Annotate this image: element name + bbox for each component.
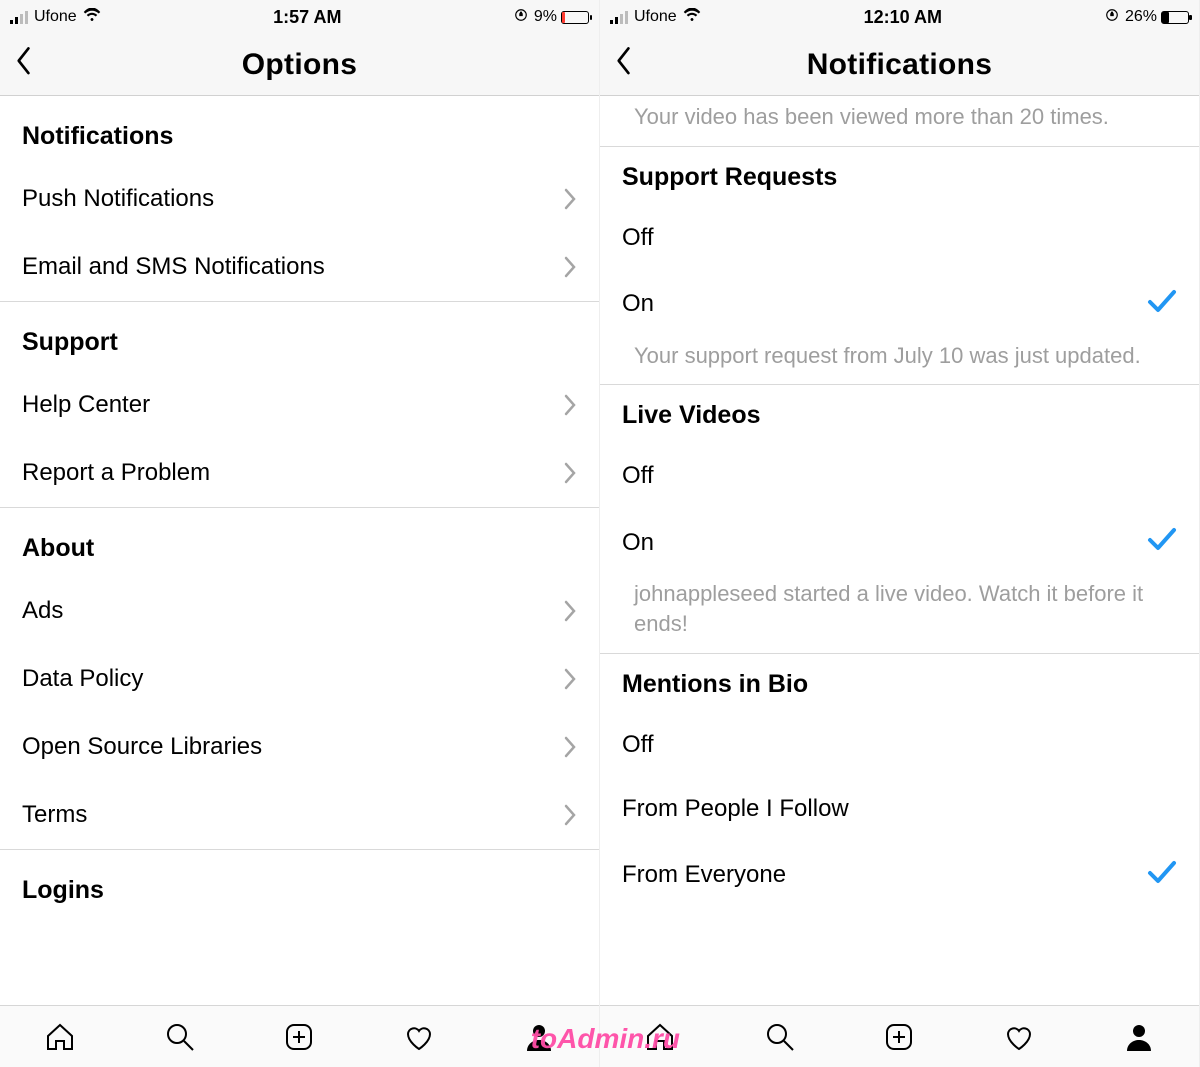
rotation-lock-icon xyxy=(1105,7,1119,27)
clock: 12:10 AM xyxy=(864,7,942,28)
row-help-center[interactable]: Help Center xyxy=(0,371,599,439)
right-phone: Ufone 12:10 AM 26% Notifications Your vi… xyxy=(600,0,1200,1067)
row-open-source[interactable]: Open Source Libraries xyxy=(0,713,599,781)
nav-header: Options xyxy=(0,34,599,96)
section-mentions: Mentions in Bio xyxy=(600,654,1199,713)
option-mentions-off[interactable]: Off xyxy=(600,713,1199,777)
tab-bar xyxy=(600,1005,1199,1067)
chevron-right-icon xyxy=(563,600,577,622)
status-bar: Ufone 12:10 AM 26% xyxy=(600,0,1199,34)
checkmark-icon xyxy=(1147,526,1177,559)
tab-new-post[interactable] xyxy=(281,1019,317,1055)
back-button[interactable] xyxy=(614,45,634,80)
tab-profile[interactable] xyxy=(1121,1019,1157,1055)
tab-activity[interactable] xyxy=(401,1019,437,1055)
battery-indicator: 9% xyxy=(534,8,589,26)
row-label: Open Source Libraries xyxy=(22,733,262,761)
page-title: Options xyxy=(242,48,357,82)
chevron-right-icon xyxy=(563,188,577,210)
option-live-on[interactable]: On xyxy=(600,508,1199,577)
chevron-right-icon xyxy=(563,668,577,690)
options-content[interactable]: Notifications Push Notifications Email a… xyxy=(0,96,599,1005)
left-phone: Ufone 1:57 AM 9% Options Notifications P… xyxy=(0,0,600,1067)
row-label: Help Center xyxy=(22,391,150,419)
tab-search[interactable] xyxy=(762,1019,798,1055)
section-support-requests: Support Requests xyxy=(600,147,1199,206)
option-label: On xyxy=(622,290,654,318)
support-note: Your support request from July 10 was ju… xyxy=(600,339,1199,385)
wifi-icon xyxy=(683,7,701,27)
row-label: Report a Problem xyxy=(22,459,210,487)
lead-note: Your video has been viewed more than 20 … xyxy=(600,96,1199,146)
option-support-off[interactable]: Off xyxy=(600,206,1199,270)
row-report-problem[interactable]: Report a Problem xyxy=(0,439,599,507)
row-label: Data Policy xyxy=(22,665,143,693)
tab-home[interactable] xyxy=(42,1019,78,1055)
section-about: About xyxy=(0,508,599,577)
page-title: Notifications xyxy=(807,48,993,82)
chevron-right-icon xyxy=(563,394,577,416)
status-bar: Ufone 1:57 AM 9% xyxy=(0,0,599,34)
row-label: Terms xyxy=(22,801,87,829)
live-note: johnappleseed started a live video. Watc… xyxy=(600,577,1199,652)
option-label: Off xyxy=(622,462,654,490)
tab-profile[interactable] xyxy=(521,1019,557,1055)
back-button[interactable] xyxy=(14,45,34,80)
option-label: From People I Follow xyxy=(622,795,849,823)
wifi-icon xyxy=(83,7,101,27)
row-terms[interactable]: Terms xyxy=(0,781,599,849)
row-email-sms-notifications[interactable]: Email and SMS Notifications xyxy=(0,233,599,301)
battery-indicator: 26% xyxy=(1125,8,1189,26)
carrier-label: Ufone xyxy=(34,8,77,26)
option-label: On xyxy=(622,529,654,557)
row-ads[interactable]: Ads xyxy=(0,577,599,645)
option-mentions-follow[interactable]: From People I Follow xyxy=(600,777,1199,841)
checkmark-icon xyxy=(1147,288,1177,321)
section-notifications: Notifications xyxy=(0,96,599,165)
row-label: Email and SMS Notifications xyxy=(22,253,325,281)
option-mentions-everyone[interactable]: From Everyone xyxy=(600,841,1199,910)
clock: 1:57 AM xyxy=(273,7,341,28)
tab-bar xyxy=(0,1005,599,1067)
row-label: Ads xyxy=(22,597,63,625)
row-data-policy[interactable]: Data Policy xyxy=(0,645,599,713)
checkmark-icon xyxy=(1147,859,1177,892)
tab-home[interactable] xyxy=(642,1019,678,1055)
tab-search[interactable] xyxy=(162,1019,198,1055)
option-label: From Everyone xyxy=(622,861,786,889)
tab-new-post[interactable] xyxy=(881,1019,917,1055)
option-live-off[interactable]: Off xyxy=(600,444,1199,508)
signal-icon xyxy=(10,10,28,24)
signal-icon xyxy=(610,10,628,24)
rotation-lock-icon xyxy=(514,7,528,27)
row-label: Push Notifications xyxy=(22,185,214,213)
nav-header: Notifications xyxy=(600,34,1199,96)
section-live-videos: Live Videos xyxy=(600,385,1199,444)
row-push-notifications[interactable]: Push Notifications xyxy=(0,165,599,233)
option-label: Off xyxy=(622,731,654,759)
chevron-right-icon xyxy=(563,736,577,758)
chevron-right-icon xyxy=(563,462,577,484)
tab-activity[interactable] xyxy=(1001,1019,1037,1055)
option-label: Off xyxy=(622,224,654,252)
notifications-content[interactable]: Your video has been viewed more than 20 … xyxy=(600,96,1199,1005)
carrier-label: Ufone xyxy=(634,8,677,26)
option-support-on[interactable]: On xyxy=(600,270,1199,339)
section-support: Support xyxy=(0,302,599,371)
battery-pct: 9% xyxy=(534,8,557,26)
chevron-right-icon xyxy=(563,804,577,826)
chevron-right-icon xyxy=(563,256,577,278)
section-logins: Logins xyxy=(0,850,599,919)
battery-pct: 26% xyxy=(1125,8,1157,26)
